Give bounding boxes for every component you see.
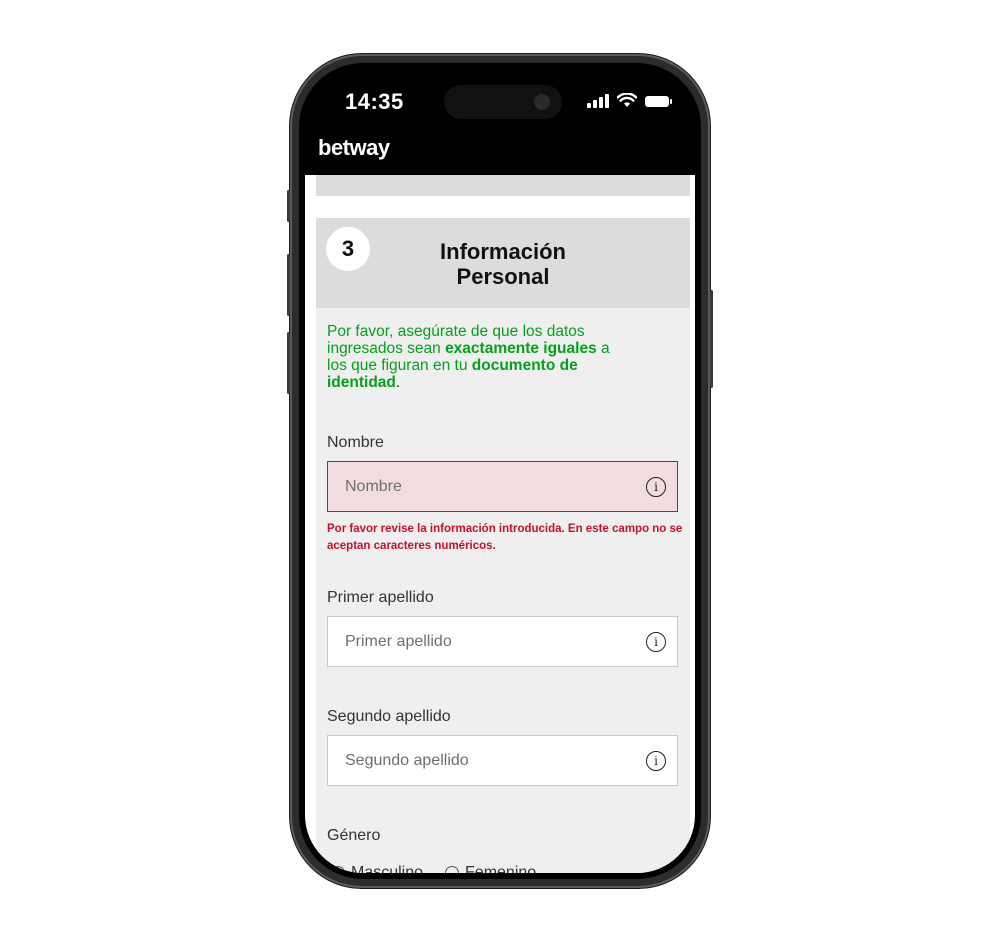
nombre-field[interactable]: Nombre i [327, 461, 678, 512]
dynamic-island [444, 85, 562, 119]
betway-logo[interactable]: betway [318, 135, 390, 161]
info-icon[interactable]: i [646, 632, 666, 652]
nombre-label: Nombre [327, 434, 384, 451]
segundo-apellido-label: Segundo apellido [327, 708, 451, 725]
primer-apellido-label: Primer apellido [327, 589, 434, 606]
camera-icon [534, 94, 550, 110]
step-number-badge: 3 [326, 227, 370, 271]
personal-info-form: Por favor, asegúrate de que los datos in… [316, 308, 690, 873]
genero-label: Género [327, 827, 381, 844]
segundo-apellido-field[interactable]: Segundo apellido i [327, 735, 678, 786]
phone-screen: 14:35 betway 3 Información Personal Por … [305, 69, 695, 873]
status-time: 14:35 [345, 89, 404, 114]
info-icon[interactable]: i [646, 751, 666, 771]
step-title: Información Personal [396, 239, 610, 289]
radio-circle-icon[interactable] [331, 866, 345, 873]
wifi-icon [617, 93, 637, 107]
phone-frame: 14:35 betway 3 Información Personal Por … [287, 54, 713, 888]
nombre-placeholder: Nombre [345, 478, 402, 495]
volume-up-button [287, 254, 290, 316]
step-header: 3 Información Personal [316, 218, 690, 308]
info-icon[interactable]: i [646, 477, 666, 497]
notice-bold-1: exactamente iguales [445, 340, 597, 357]
segundo-apellido-placeholder: Segundo apellido [345, 752, 469, 769]
identity-notice: Por favor, asegúrate de que los datos in… [327, 323, 627, 391]
previous-step-section [316, 175, 690, 196]
registration-content[interactable]: 3 Información Personal Por favor, asegúr… [305, 175, 695, 873]
volume-down-button [287, 332, 290, 394]
nombre-error-message: Por favor revise la información introduc… [327, 523, 683, 552]
primer-apellido-placeholder: Primer apellido [345, 633, 452, 650]
genero-options: Masculino Femenino [331, 864, 536, 873]
signal-icon [587, 94, 609, 108]
radio-femenino-label: Femenino [465, 864, 537, 873]
power-button [710, 290, 713, 388]
primer-apellido-field[interactable]: Primer apellido i [327, 616, 678, 667]
radio-femenino[interactable]: Femenino [445, 864, 536, 873]
status-icons [587, 93, 672, 108]
step-title-line2: Personal [456, 264, 550, 289]
radio-circle-icon[interactable] [445, 866, 460, 873]
step-title-line1: Información [440, 239, 566, 264]
radio-masculino-label: Masculino [351, 864, 424, 873]
phone-bezel: 14:35 betway 3 Información Personal Por … [299, 63, 701, 879]
battery-icon [645, 96, 672, 107]
action-button [287, 190, 290, 222]
radio-masculino[interactable]: Masculino [331, 864, 423, 873]
notice-text-3: . [395, 374, 401, 391]
